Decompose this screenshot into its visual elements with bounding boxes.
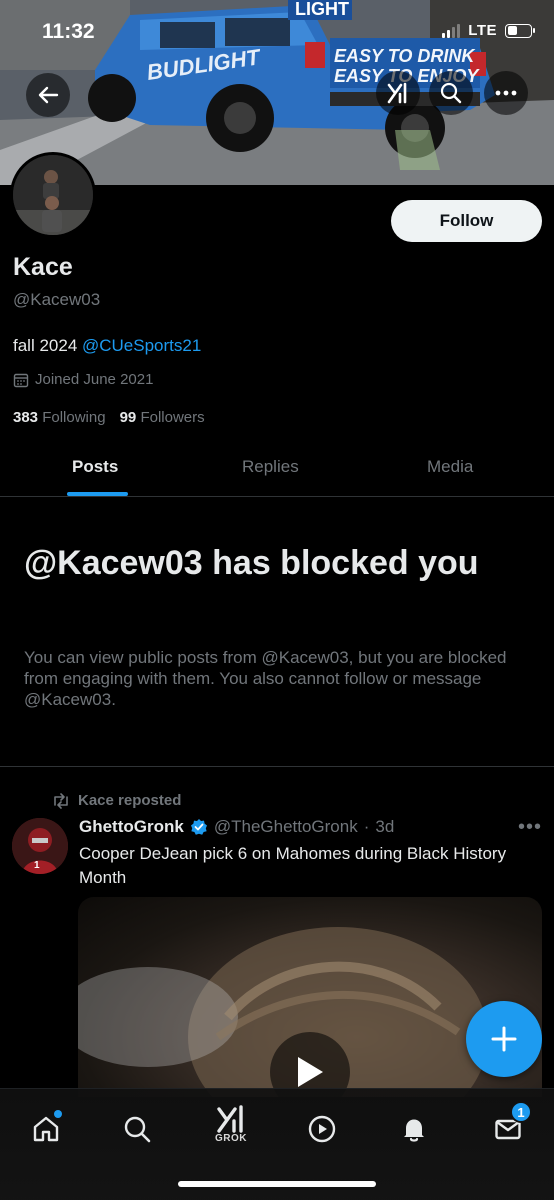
status-time: 11:32 [42,20,95,43]
search-icon [440,82,462,104]
divider [0,766,554,767]
post-text: Cooper DeJean pick 6 on Mahomes during B… [79,844,507,887]
play-icon [298,1057,323,1087]
followers-count: 99 [119,409,137,426]
network-label: LTE [468,22,497,39]
nav-messages[interactable]: 1 [486,1101,532,1151]
nav-search[interactable] [115,1107,159,1151]
followers-link[interactable]: 99 Followers [120,409,205,426]
nav-notifications[interactable] [392,1107,436,1151]
more-horizontal-icon [495,90,517,96]
grok-icon [387,82,407,104]
search-icon [124,1116,151,1143]
blocked-message: You can view public posts from @Kacew03,… [24,648,507,709]
followers-label: Followers [140,409,205,426]
status-indicators: LTE [442,22,535,39]
nav-home[interactable] [24,1107,68,1151]
post-time: 3d [375,817,395,836]
post-meta-separator: · [363,817,370,836]
video-play-icon [308,1115,336,1143]
follow-stats: 383 Following 99 Followers [13,409,205,426]
follow-button[interactable]: Follow [391,200,542,242]
profile-tabs: Posts Replies Media [0,440,554,497]
joined-text: Joined June 2021 [35,371,154,388]
plus-icon [491,1026,517,1052]
repost-label[interactable]: Kace reposted [78,792,181,809]
battery-icon [505,23,535,38]
signal-icon [442,23,461,38]
author-avatar-image: 1 [12,818,68,874]
search-button[interactable] [429,71,473,115]
post-author-handle[interactable]: @TheGhettoGronk [214,817,358,837]
truck-slogan-line1: EASY TO DRINK [334,46,476,66]
blocked-title: @Kacew03 has blocked you [24,544,479,582]
post-more-icon[interactable]: ••• [518,816,542,839]
repost-indicator: Kace reposted [52,792,181,809]
home-icon [33,1116,59,1142]
post-author-avatar[interactable]: 1 [12,818,68,874]
post-header: GhettoGronk @TheGhettoGronk · 3d [79,817,394,837]
post-author-name[interactable]: GhettoGronk [79,817,184,837]
back-button[interactable] [26,73,70,117]
following-label: Following [42,409,106,426]
profile-bio: fall 2024 @CUeSports21 [13,336,201,356]
repost-icon [54,792,68,809]
bio-text: fall 2024 [13,336,82,355]
bell-icon [404,1119,424,1142]
bio-mention-link[interactable]: @CUeSports21 [82,336,201,355]
avatar-image [13,155,93,235]
home-indicator [178,1181,376,1187]
arrow-left-icon [38,86,59,104]
profile-avatar[interactable] [10,152,96,238]
home-notification-dot [54,1110,62,1118]
grok-icon [217,1105,243,1133]
svg-text:1: 1 [34,860,40,871]
profile-name: Kace [13,253,73,281]
truck-sign-text: LIGHT [295,0,349,19]
verified-badge-icon [190,819,207,835]
grok-button[interactable] [376,71,420,115]
following-count: 383 [13,409,39,426]
joined-date: Joined June 2021 [13,371,153,388]
tab-media[interactable]: Media [427,457,473,477]
tab-replies[interactable]: Replies [242,457,299,477]
grok-label: GROK [215,1133,247,1144]
nav-video[interactable] [300,1107,344,1151]
tab-posts[interactable]: Posts [72,457,118,477]
compose-post-button[interactable] [466,1001,542,1077]
following-link[interactable]: 383 Following [13,409,106,426]
active-tab-indicator [67,492,128,496]
calendar-icon [13,373,29,387]
more-button[interactable] [484,71,528,115]
profile-handle: @Kacew03 [13,290,101,309]
messages-badge: 1 [510,1101,532,1123]
